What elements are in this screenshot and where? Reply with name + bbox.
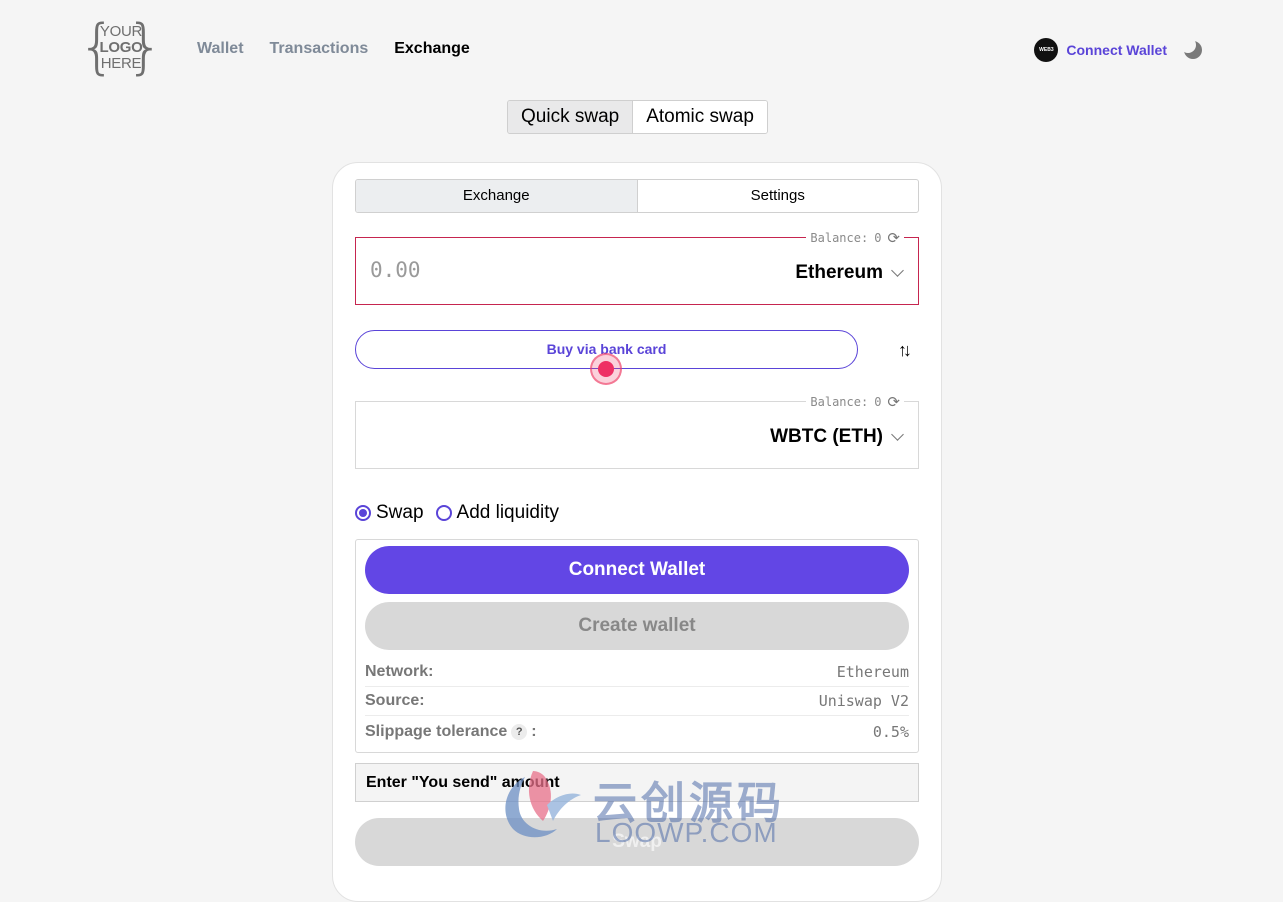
info-key: Source: bbox=[365, 692, 425, 709]
radio-dot bbox=[355, 505, 371, 521]
send-token-select[interactable]: Ethereum bbox=[795, 262, 904, 284]
slippage-colon: : bbox=[531, 722, 537, 740]
help-icon[interactable]: ? bbox=[511, 723, 528, 740]
info-key-slippage: Slippage tolerance ? : bbox=[365, 723, 537, 741]
click-indicator bbox=[590, 353, 622, 385]
radio-dot bbox=[435, 505, 452, 521]
amount-notice: Enter "You send" amount bbox=[355, 763, 919, 802]
radio-add-liquidity-label: Add liquidity bbox=[456, 502, 559, 523]
tab-settings[interactable]: Settings bbox=[638, 180, 919, 212]
swap-direction-icon[interactable]: ↑↓ bbox=[895, 340, 912, 360]
chevron-down-icon bbox=[891, 264, 904, 277]
receive-balance-label: Balance: bbox=[810, 395, 869, 409]
swap-mode-toggle: Quick swap Atomic swap bbox=[507, 100, 768, 134]
radio-swap[interactable]: Swap bbox=[355, 502, 424, 524]
atomic-swap-option[interactable]: Atomic swap bbox=[633, 101, 767, 133]
action-box: Connect Wallet Create wallet Network: Et… bbox=[355, 539, 919, 753]
receive-balance-value: 0 bbox=[874, 395, 882, 409]
info-value: Uniswap V2 bbox=[818, 692, 909, 710]
refresh-icon[interactable]: ⟳ bbox=[887, 393, 900, 411]
receive-token-select[interactable]: WBTC (ETH) bbox=[770, 426, 904, 448]
info-key: Network: bbox=[365, 663, 434, 680]
send-balance-value: 0 bbox=[874, 231, 882, 245]
refresh-icon[interactable]: ⟳ bbox=[887, 229, 900, 247]
send-balance: Balance: 0 ⟳ bbox=[806, 229, 904, 247]
info-value: 0.5% bbox=[872, 722, 909, 741]
nav-exchange[interactable]: Exchange bbox=[394, 40, 470, 58]
radio-swap-label: Swap bbox=[376, 502, 424, 523]
moon-icon[interactable] bbox=[1180, 37, 1203, 60]
send-amount-input[interactable] bbox=[370, 258, 670, 282]
header: { YOUR LOGO HERE } Wallet Transactions E… bbox=[0, 0, 1283, 100]
tab-exchange[interactable]: Exchange bbox=[356, 180, 638, 212]
logo-brace-right: } bbox=[125, 12, 164, 82]
exchange-card: Exchange Settings Balance: 0 ⟳ Ethereum … bbox=[332, 162, 942, 902]
create-wallet-button[interactable]: Create wallet bbox=[365, 602, 909, 650]
connect-wallet-button[interactable]: Connect Wallet bbox=[365, 546, 909, 594]
nav-transactions[interactable]: Transactions bbox=[270, 40, 369, 58]
info-value: Ethereum bbox=[836, 663, 909, 681]
info-row-source: Source: Uniswap V2 bbox=[365, 687, 909, 716]
card-tabs: Exchange Settings bbox=[355, 179, 919, 213]
logo[interactable]: { YOUR LOGO HERE } bbox=[78, 12, 164, 82]
slippage-label: Slippage tolerance bbox=[365, 722, 508, 740]
chevron-down-icon bbox=[891, 428, 904, 441]
web3-icon: WEB3 bbox=[1034, 38, 1059, 62]
nav-wallet[interactable]: Wallet bbox=[197, 40, 244, 58]
send-field: Balance: 0 ⟳ Ethereum bbox=[355, 229, 919, 305]
receive-token-label: WBTC (ETH) bbox=[770, 426, 883, 447]
send-balance-label: Balance: bbox=[810, 231, 869, 245]
radio-add-liquidity[interactable]: Add liquidity bbox=[435, 502, 559, 524]
receive-field: Balance: 0 ⟳ WBTC (ETH) bbox=[355, 393, 919, 469]
quick-swap-option[interactable]: Quick swap bbox=[508, 101, 634, 133]
info-row-network: Network: Ethereum bbox=[365, 658, 909, 687]
main-nav: Wallet Transactions Exchange bbox=[197, 40, 470, 58]
header-actions: WEB3 Connect Wallet bbox=[1034, 37, 1203, 62]
receive-balance: Balance: 0 ⟳ bbox=[806, 393, 904, 411]
header-connect-wallet-button[interactable]: Connect Wallet bbox=[1066, 42, 1167, 58]
info-row-slippage: Slippage tolerance ? : 0.5% bbox=[365, 717, 909, 746]
mode-radios: Swap Add liquidity bbox=[355, 502, 559, 524]
swap-button[interactable]: Swap bbox=[355, 818, 919, 866]
send-token-label: Ethereum bbox=[795, 262, 883, 283]
